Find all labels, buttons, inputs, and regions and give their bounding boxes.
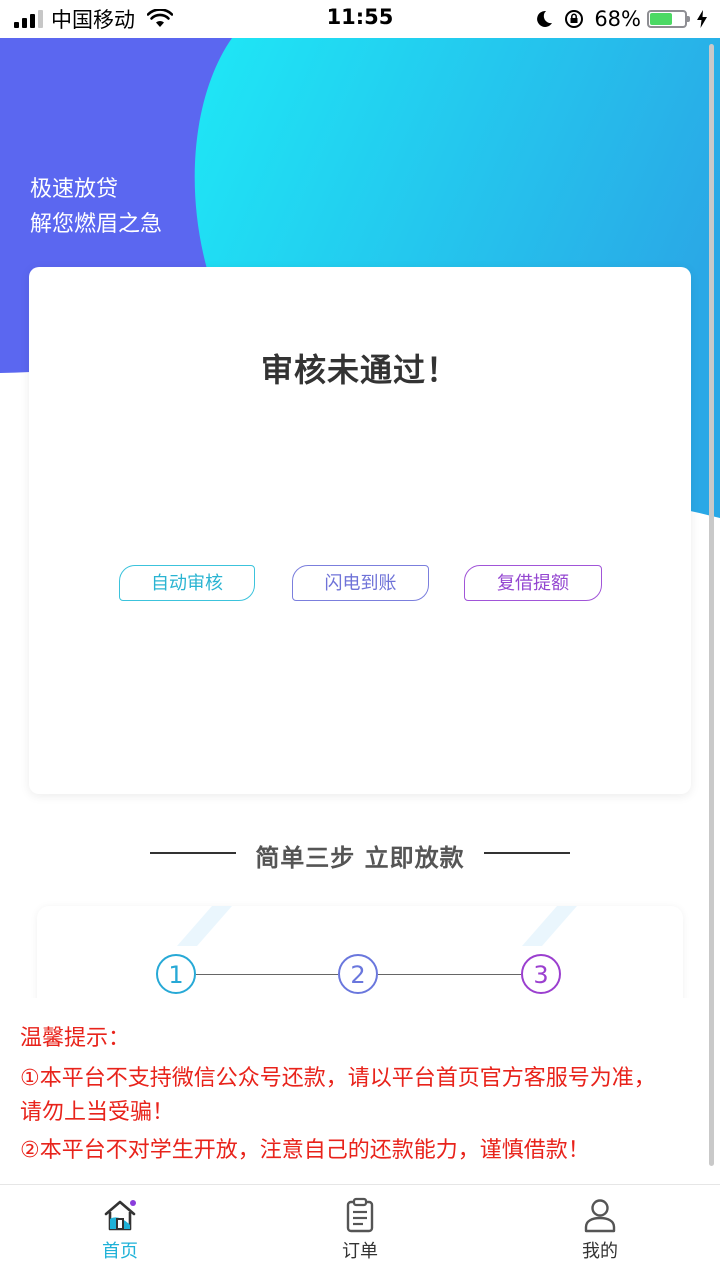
person-icon bbox=[584, 1199, 616, 1233]
steps-section-header: 简单三步 立即放款 bbox=[0, 834, 720, 874]
moon-icon bbox=[537, 10, 553, 27]
battery-percent: 68% bbox=[594, 7, 641, 31]
battery-icon bbox=[647, 10, 690, 28]
tab-mine-label: 我的 bbox=[582, 1241, 618, 1262]
tips-line-1: ①本平台不支持微信公众号还款，请以平台首页官方客服号为准， bbox=[20, 1066, 656, 1091]
tab-orders[interactable]: 订单 bbox=[300, 1195, 420, 1275]
tips-line-2: 请勿上当受骗！ bbox=[20, 1100, 175, 1125]
step-3: 3 bbox=[521, 954, 561, 994]
battery-level bbox=[650, 13, 672, 25]
warm-tips-box: 温馨提示： ①本平台不支持微信公众号还款，请以平台首页官方客服号为准， 请勿上当… bbox=[0, 998, 706, 1184]
slogan-line-1: 极速放贷 bbox=[30, 177, 119, 202]
tag-reborrow-raise: 复借提额 bbox=[464, 565, 602, 601]
page-scrollbar[interactable] bbox=[709, 44, 714, 1166]
review-status-card: 审核未通过！ 自动审核 闪电到账 复借提额 bbox=[29, 267, 691, 794]
divider-line-right bbox=[484, 852, 570, 854]
step-2: 2 bbox=[338, 954, 378, 994]
tips-heading: 温馨提示： bbox=[20, 1026, 131, 1051]
slogan-line-2: 解您燃眉之急 bbox=[30, 212, 163, 237]
review-status-title: 审核未通过！ bbox=[260, 351, 459, 389]
rotation-lock-icon bbox=[565, 10, 584, 28]
step-1: 1 bbox=[156, 954, 196, 994]
step-connector-1 bbox=[196, 974, 338, 975]
clipboard-icon bbox=[346, 1197, 374, 1233]
home-icon bbox=[104, 1200, 136, 1231]
steps-section-title: 简单三步 立即放款 bbox=[255, 844, 465, 872]
tips-line-3: ②本平台不对学生开放，注意自己的还款能力，谨慎借款！ bbox=[20, 1138, 590, 1163]
app-screen: 中国移动 11:55 68% 极速放贷 解您燃眉之急 审核未通过！ 自动审核 闪… bbox=[0, 0, 720, 1280]
status-right: 68% bbox=[534, 5, 708, 33]
tab-home-label: 首页 bbox=[102, 1241, 138, 1262]
bottom-tab-bar: 首页 订单 我的 bbox=[0, 1184, 720, 1280]
tab-orders-label: 订单 bbox=[342, 1241, 378, 1262]
tag-fast-payout: 闪电到账 bbox=[292, 565, 429, 601]
status-bar: 中国移动 11:55 68% bbox=[0, 0, 720, 38]
step-connector-2 bbox=[378, 974, 521, 975]
charging-bolt-icon bbox=[697, 10, 707, 28]
tab-home[interactable]: 首页 bbox=[60, 1195, 180, 1275]
tag-auto-review: 自动审核 bbox=[119, 565, 255, 601]
tab-mine[interactable]: 我的 bbox=[540, 1195, 660, 1275]
banner-slogan: 极速放贷 解您燃眉之急 bbox=[30, 172, 162, 242]
